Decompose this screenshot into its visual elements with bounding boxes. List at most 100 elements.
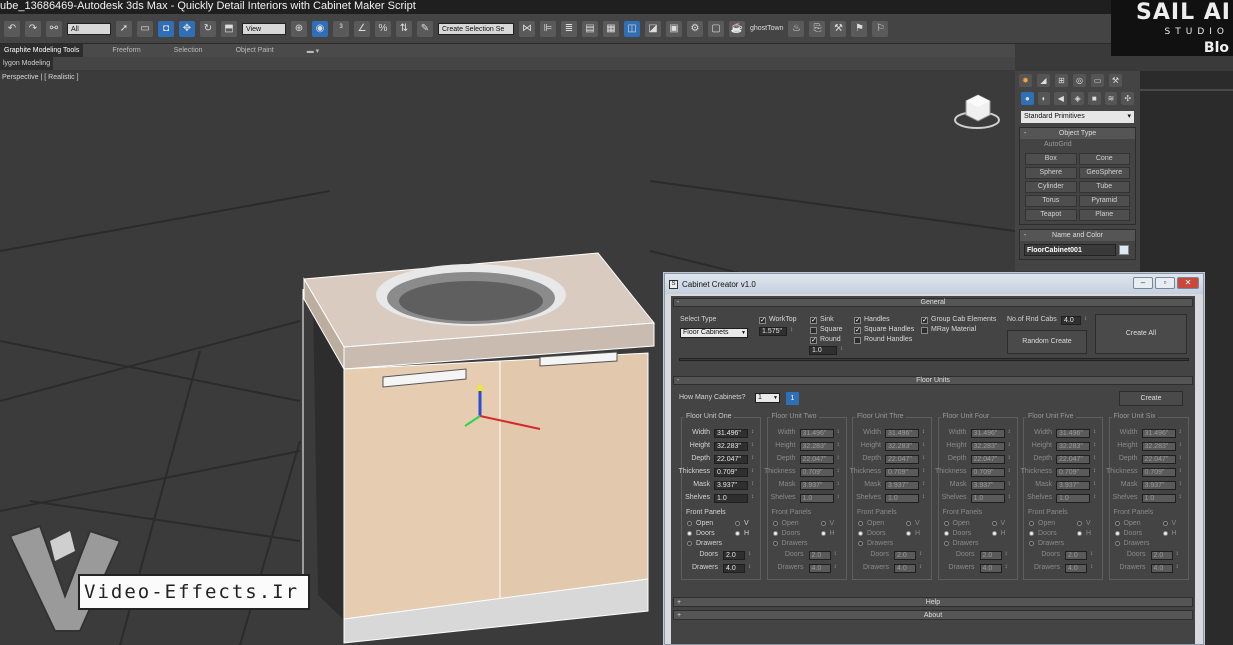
radio-h-button[interactable] (1162, 531, 1168, 536)
utilities-tab-icon[interactable]: ⚒ (1109, 74, 1122, 87)
render-frame-icon[interactable]: ▢ (708, 20, 724, 37)
field-spinner[interactable]: 3.937" (1141, 481, 1182, 490)
about-rollout[interactable]: + About (673, 610, 1193, 620)
worktop-spinner[interactable]: 1.575" (759, 327, 793, 336)
teapot-button[interactable]: Teapot (1025, 209, 1077, 221)
plugin-icon[interactable]: ⚑ (851, 20, 868, 37)
render-setup-icon[interactable]: ⚙ (687, 20, 703, 37)
plugin-icon-2[interactable]: ⚐ (872, 20, 889, 37)
selection-filter-dropdown[interactable]: All (67, 22, 111, 35)
radio-v-button[interactable] (820, 521, 826, 526)
minimize-icon[interactable]: – (1133, 277, 1153, 289)
doors-spinner[interactable]: 2.0 (894, 551, 922, 560)
radio-h-button[interactable] (735, 531, 740, 536)
help-rollout[interactable]: + Help (673, 597, 1193, 607)
move-icon[interactable]: ✥ (179, 20, 195, 37)
worktop-checkbox[interactable] (759, 317, 766, 324)
layer-icon[interactable]: ≣ (561, 20, 577, 37)
field-spinner[interactable]: 0.709" (799, 468, 840, 477)
radio-doors-button[interactable] (1029, 531, 1034, 536)
maximize-icon[interactable]: ▫ (1155, 277, 1175, 289)
round-checkbox[interactable] (810, 337, 817, 344)
radio-v-button[interactable] (1077, 521, 1082, 526)
graphite-toggle-icon[interactable]: ▦ (603, 20, 619, 37)
undo-icon[interactable]: ↶ (4, 20, 20, 37)
radio-h-button[interactable] (991, 531, 997, 536)
rnd-cabs-spinner[interactable]: 4.0 (1061, 316, 1087, 325)
radio-open-button[interactable] (1029, 521, 1034, 526)
primitive-category-dropdown[interactable]: Standard Primitives ▾ (1021, 111, 1134, 123)
named-selection-dropdown[interactable]: Create Selection Se (438, 22, 514, 35)
cabinet-count-badge[interactable]: 1 (786, 392, 799, 405)
tab-polygon-modeling[interactable]: lygon Modeling (0, 57, 54, 70)
drawers-spinner[interactable]: 4.0 (808, 564, 837, 573)
field-spinner[interactable]: 22.047" (714, 455, 754, 464)
doors-spinner[interactable]: 2.0 (1065, 551, 1093, 560)
floor-units-header[interactable]: - Floor Units (673, 376, 1193, 385)
radio-drawers-button[interactable] (687, 541, 692, 546)
field-spinner[interactable]: 22.047" (799, 455, 840, 464)
tab-object-paint[interactable]: Object Paint (232, 47, 278, 54)
field-spinner[interactable]: 31.496" (1056, 429, 1096, 438)
radio-doors-button[interactable] (858, 531, 863, 536)
mray-checkbox[interactable] (921, 327, 928, 334)
radio-v-button[interactable] (991, 521, 997, 526)
create-button[interactable]: Create (1119, 391, 1183, 406)
select-type-dropdown[interactable]: Floor Cabinets (680, 328, 748, 338)
radio-open-button[interactable] (1114, 521, 1120, 526)
helpers-icon[interactable]: ■ (1087, 92, 1101, 105)
cabinet-model[interactable] (302, 252, 655, 644)
field-spinner[interactable]: 32.283" (1056, 442, 1096, 451)
radio-v-button[interactable] (735, 521, 740, 526)
tool-icon[interactable]: ⚒ (830, 20, 847, 37)
field-spinner[interactable]: 3.937" (885, 481, 925, 490)
field-spinner[interactable]: 3.937" (714, 481, 754, 490)
script-icon[interactable]: ⎘ (809, 20, 826, 37)
random-create-button[interactable]: Random Create (1007, 330, 1087, 354)
radio-doors-button[interactable] (1114, 531, 1120, 536)
close-icon[interactable]: ✕ (1177, 277, 1199, 289)
radio-doors-button[interactable] (687, 531, 692, 536)
general-section-header[interactable]: - General (673, 298, 1193, 307)
percent-snap-icon[interactable]: % (375, 20, 391, 37)
window-crossing-icon[interactable]: ◘ (158, 20, 174, 37)
sphere-button[interactable]: Sphere (1025, 167, 1077, 179)
radio-doors-button[interactable] (772, 531, 778, 536)
field-spinner[interactable]: 0.709" (1141, 468, 1182, 477)
drawers-spinner[interactable]: 4.0 (1150, 564, 1179, 573)
radio-doors-button[interactable] (943, 531, 949, 536)
ribbon-options-icon[interactable]: ▬ ▾ (303, 47, 323, 55)
manipulate-icon[interactable]: ◉ (312, 20, 328, 37)
radio-drawers-button[interactable] (943, 541, 949, 546)
field-spinner[interactable]: 3.937" (799, 481, 840, 490)
spinner-snap-icon[interactable]: ⇅ (396, 20, 412, 37)
name-color-title[interactable]: Name and Color (1020, 230, 1135, 241)
radio-h-button[interactable] (906, 531, 911, 536)
doors-spinner[interactable]: 2.0 (979, 551, 1008, 560)
field-spinner[interactable]: 22.047" (970, 455, 1011, 464)
radio-h-button[interactable] (1077, 531, 1082, 536)
radio-h-button[interactable] (820, 531, 826, 536)
field-spinner[interactable]: 31.496" (970, 429, 1011, 438)
autogrid-checkbox[interactable]: AutoGrid (1020, 139, 1135, 150)
schematic-icon[interactable]: ◪ (645, 20, 661, 37)
tab-graphite-modeling[interactable]: Graphite Modeling Tools (0, 44, 84, 57)
drawers-spinner[interactable]: 4.0 (979, 564, 1008, 573)
cameras-icon[interactable]: ◈ (1071, 92, 1084, 105)
field-spinner[interactable]: 1.0 (799, 494, 840, 503)
handles-checkbox[interactable] (854, 317, 861, 324)
radio-drawers-button[interactable] (1114, 541, 1120, 546)
radio-v-button[interactable] (1162, 521, 1168, 526)
shapes-icon[interactable]: ◐ (1037, 92, 1051, 105)
scale-icon[interactable]: ⬒ (221, 20, 237, 37)
edit-named-sel-icon[interactable]: ✎ (417, 20, 433, 37)
teapot-icon[interactable]: ♨ (788, 20, 805, 37)
field-spinner[interactable]: 32.283" (1141, 442, 1182, 451)
field-spinner[interactable]: 22.047" (1141, 455, 1182, 464)
scene-explorer-icon[interactable]: ▤ (582, 20, 598, 37)
object-type-title[interactable]: Object Type (1020, 128, 1135, 139)
field-spinner[interactable]: 3.937" (1056, 481, 1096, 490)
ref-coord-dropdown[interactable]: View (242, 22, 286, 35)
square-checkbox[interactable] (810, 327, 817, 334)
link-icon[interactable]: ⚯ (46, 20, 62, 37)
